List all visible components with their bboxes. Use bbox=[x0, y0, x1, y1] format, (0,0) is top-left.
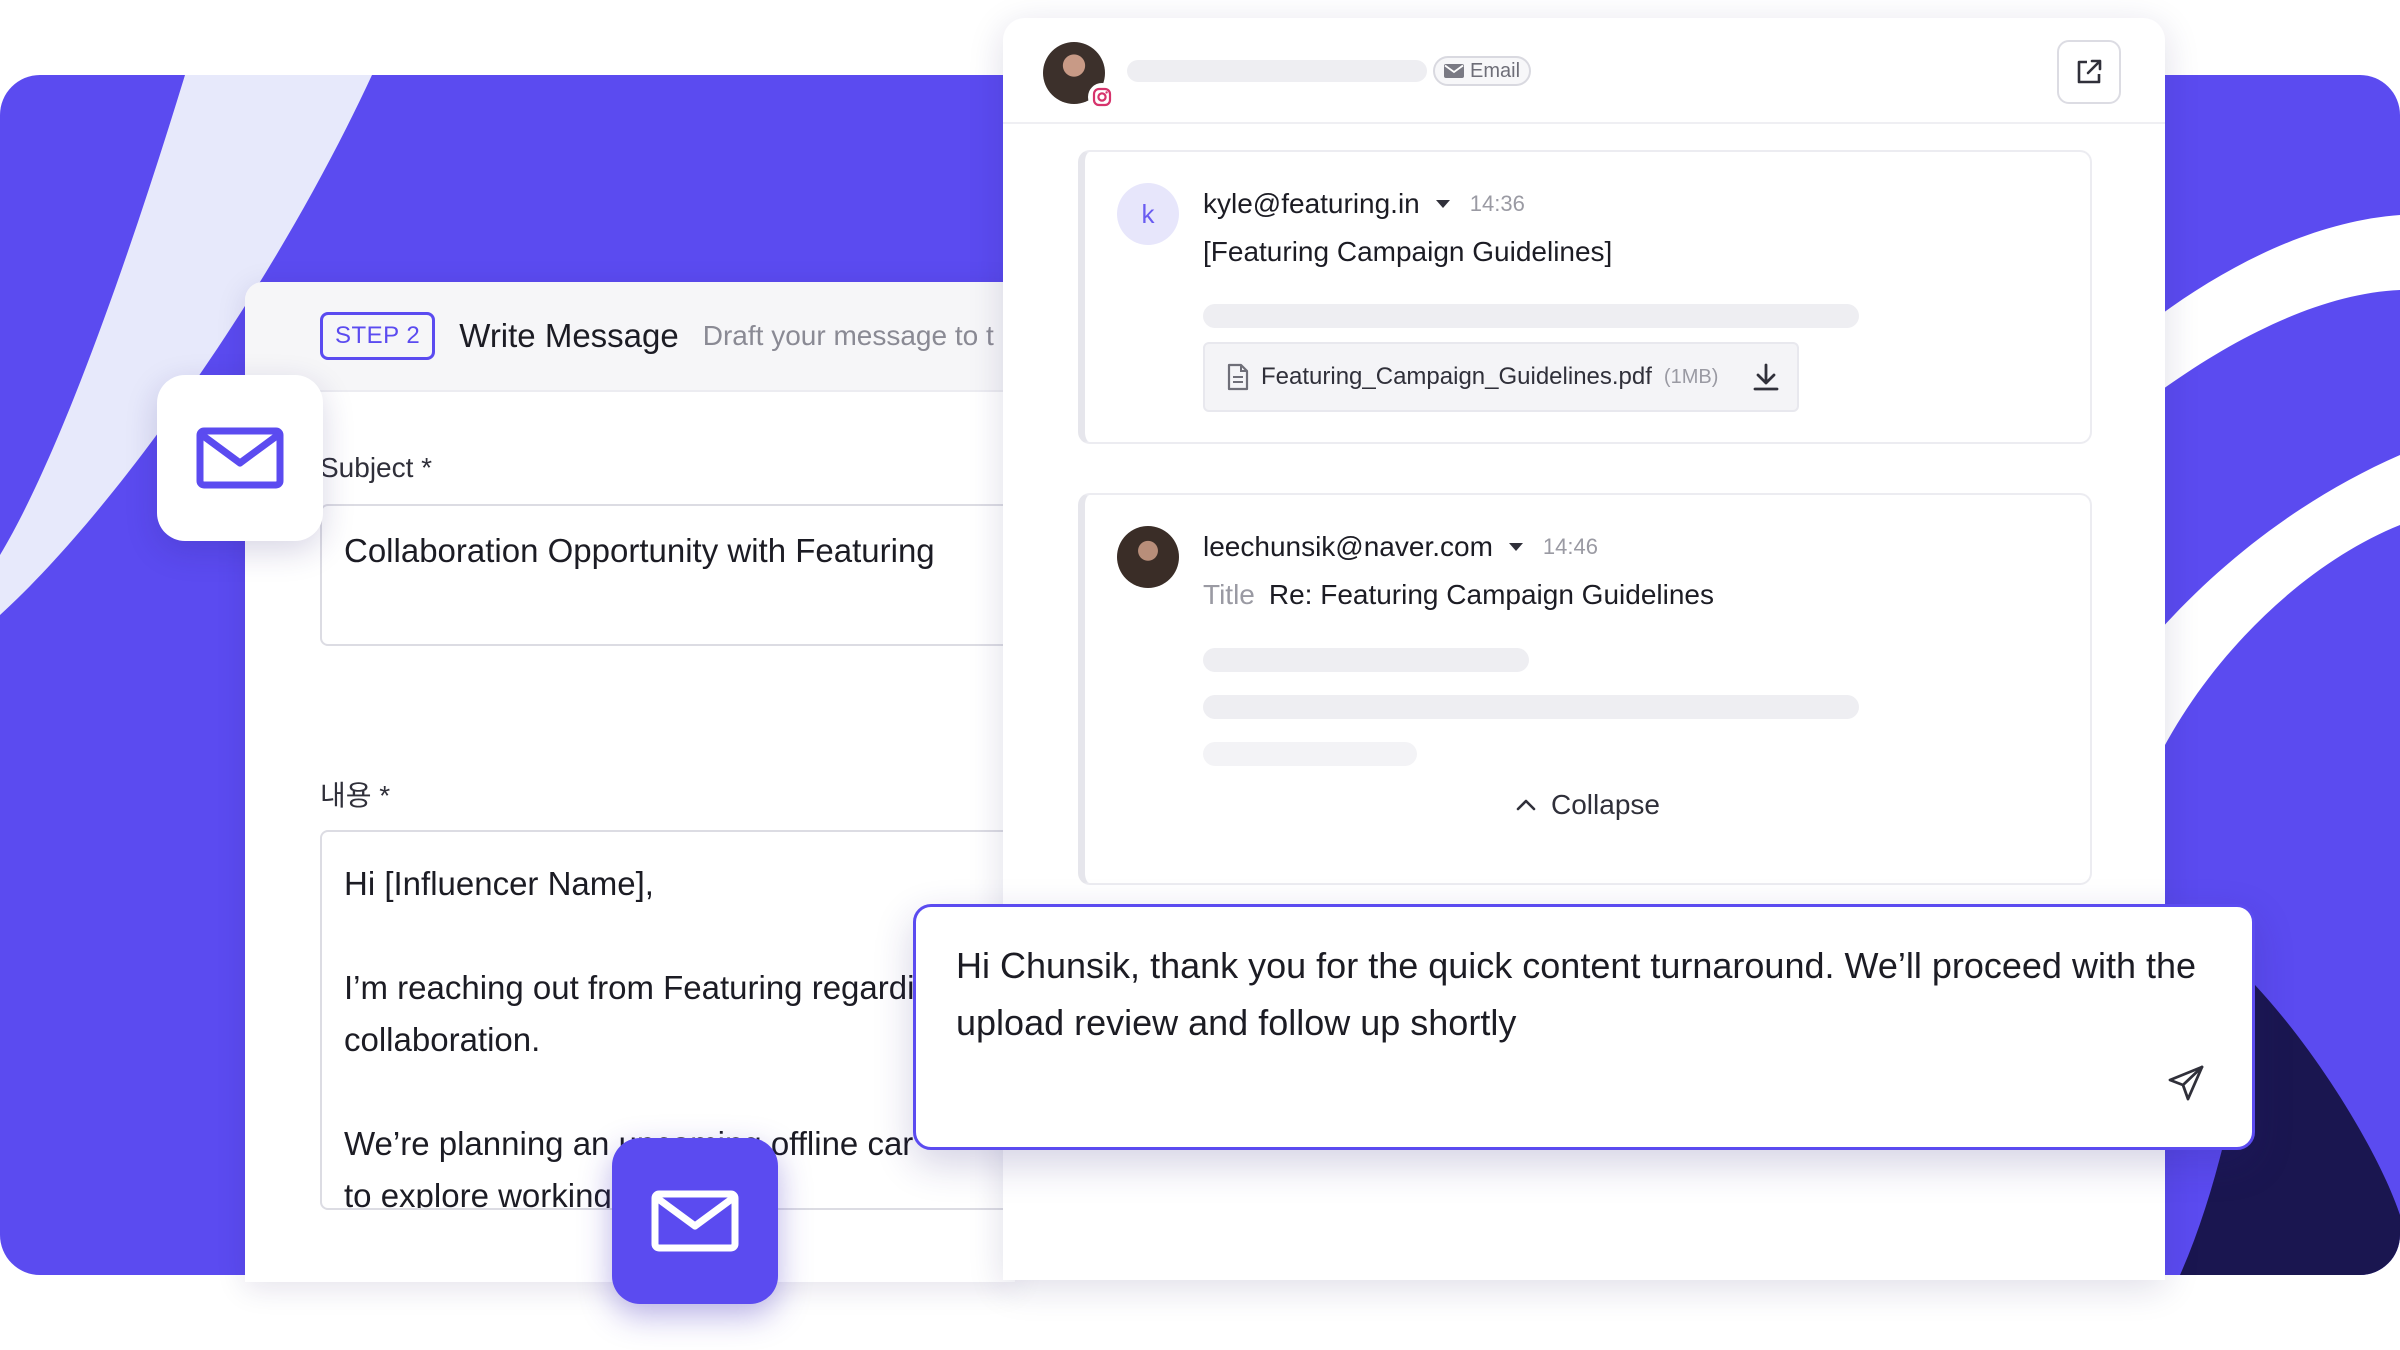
attachment-name: Featuring_Campaign_Guidelines.pdf bbox=[1261, 363, 1652, 390]
caret-down-icon[interactable] bbox=[1435, 200, 1450, 208]
form-description: Draft your message to t bbox=[702, 320, 994, 351]
external-link-icon bbox=[2077, 59, 2102, 84]
title-label: Title bbox=[1203, 579, 1255, 610]
download-icon bbox=[1753, 363, 1779, 391]
collapse-label: Collapse bbox=[1551, 789, 1660, 820]
sender-row: leechunsik@naver.com 14:46 bbox=[1203, 531, 1598, 563]
send-button[interactable] bbox=[2166, 1063, 2206, 1103]
file-icon bbox=[1227, 363, 1249, 391]
content-label: 내용 * bbox=[320, 780, 391, 811]
instagram-icon bbox=[1088, 83, 1116, 111]
sender-email: leechunsik@naver.com bbox=[1203, 531, 1493, 562]
channel-badge: Email bbox=[1433, 56, 1532, 86]
reply-composer[interactable]: Hi Chunsik, thank you for the quick cont… bbox=[913, 904, 2255, 1150]
body-placeholder bbox=[1203, 742, 1417, 766]
body-placeholder bbox=[1203, 304, 1859, 328]
form-header: STEP 2 Write Message Draft your message … bbox=[245, 282, 1015, 392]
attachment-size: (1MB) bbox=[1663, 365, 1719, 388]
body-placeholder bbox=[1203, 648, 1529, 672]
mail-tile-white bbox=[157, 375, 323, 541]
message-card: k kyle@featuring.in 14:36 [Featuring Cam… bbox=[1078, 150, 2092, 444]
channel-label: Email bbox=[1470, 59, 1521, 82]
mail-icon bbox=[196, 427, 284, 489]
message-card: leechunsik@naver.com 14:46 Title Re: Feat… bbox=[1078, 493, 2092, 885]
mail-icon bbox=[651, 1190, 739, 1252]
subject-label: Subject * bbox=[320, 452, 433, 483]
avatar bbox=[1117, 526, 1179, 588]
compose-form-card: STEP 2 Write Message Draft your message … bbox=[245, 282, 1015, 1282]
name-placeholder bbox=[1127, 60, 1427, 82]
download-button[interactable] bbox=[1752, 362, 1780, 392]
message-time: 14:46 bbox=[1542, 534, 1598, 559]
message-subject: [Featuring Campaign Guidelines] bbox=[1203, 236, 1613, 267]
title-value: Re: Featuring Campaign Guidelines bbox=[1268, 579, 1714, 610]
avatar: k bbox=[1117, 183, 1179, 245]
caret-down-icon[interactable] bbox=[1508, 543, 1523, 551]
subject-input[interactable]: Collaboration Opportunity with Featuring bbox=[320, 504, 1015, 646]
mail-icon bbox=[1444, 64, 1464, 78]
open-external-button[interactable] bbox=[2057, 40, 2121, 104]
form-title: Write Message bbox=[459, 317, 679, 354]
sender-email: kyle@featuring.in bbox=[1203, 188, 1420, 219]
sender-row: kyle@featuring.in 14:36 bbox=[1203, 188, 1525, 220]
thread-header: Email bbox=[1003, 18, 2165, 124]
mail-tile-purple bbox=[612, 1138, 778, 1304]
collapse-button[interactable]: Collapse bbox=[1085, 789, 2090, 821]
body-placeholder bbox=[1203, 695, 1859, 719]
message-time: 14:36 bbox=[1469, 191, 1525, 216]
step-badge: STEP 2 bbox=[320, 312, 436, 360]
content-line: Hi [Influencer Name], bbox=[344, 865, 654, 902]
message-title-row: Title Re: Featuring Campaign Guidelines bbox=[1203, 579, 1714, 611]
chevron-up-icon bbox=[1516, 799, 1536, 811]
reply-text[interactable]: Hi Chunsik, thank you for the quick cont… bbox=[956, 937, 2196, 1051]
attachment-chip[interactable]: Featuring_Campaign_Guidelines.pdf (1MB) bbox=[1203, 342, 1799, 412]
send-icon bbox=[2168, 1065, 2204, 1101]
